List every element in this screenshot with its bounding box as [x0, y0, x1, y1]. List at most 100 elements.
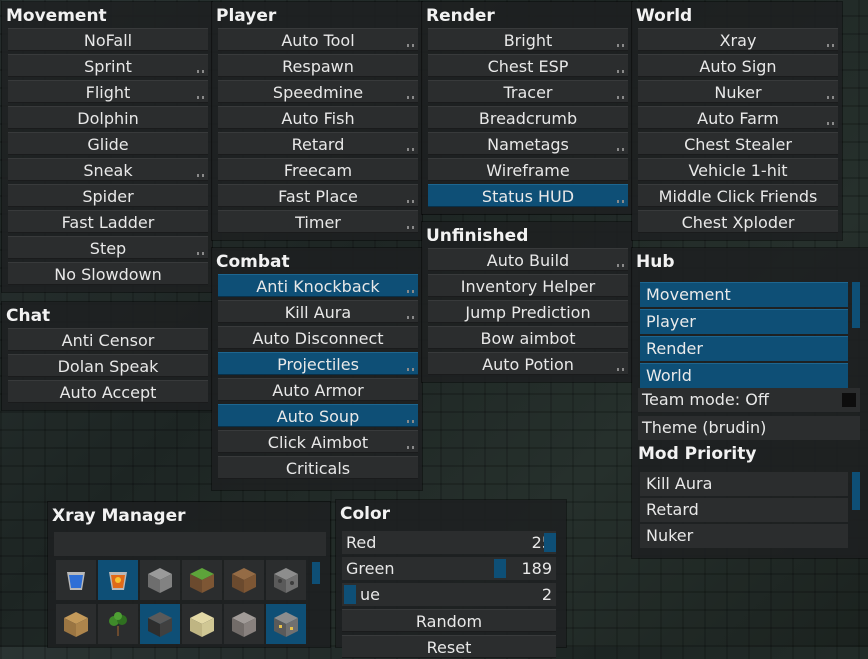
priority-item[interactable]: Retard: [640, 498, 848, 522]
xray-manager-title[interactable]: Xray Manager: [48, 502, 330, 528]
mod-bright-button[interactable]: Bright: [428, 28, 628, 51]
green-slider[interactable]: Green 189: [342, 557, 556, 580]
settings-dots-icon[interactable]: [197, 96, 204, 99]
unfinished-title[interactable]: Unfinished: [422, 222, 632, 248]
mod-vehicle-1-hit-button[interactable]: Vehicle 1-hit: [638, 158, 838, 181]
mod-middle-click-friends-button[interactable]: Middle Click Friends: [638, 184, 838, 207]
mod-retard-button[interactable]: Retard: [218, 132, 418, 155]
priority-item[interactable]: Nuker: [640, 524, 848, 548]
hub-item-player[interactable]: Player: [640, 309, 848, 334]
player-title[interactable]: Player: [212, 2, 422, 28]
hub-title[interactable]: Hub: [632, 248, 868, 274]
mod-anti-knockback-button[interactable]: Anti Knockback: [218, 274, 418, 297]
mod-flight-button[interactable]: Flight: [8, 80, 208, 103]
mod-bow-aimbot-button[interactable]: Bow aimbot: [428, 326, 628, 349]
settings-dots-icon[interactable]: [617, 264, 624, 267]
mod-fast-ladder-button[interactable]: Fast Ladder: [8, 210, 208, 233]
xray-block-cell[interactable]: [224, 604, 264, 644]
mod-projectiles-button[interactable]: Projectiles: [218, 352, 418, 375]
settings-dots-icon[interactable]: [617, 70, 624, 73]
mod-inventory-helper-button[interactable]: Inventory Helper: [428, 274, 628, 297]
mod-no-slowdown-button[interactable]: No Slowdown: [8, 262, 208, 285]
settings-dots-icon[interactable]: [827, 96, 834, 99]
mod-jump-prediction-button[interactable]: Jump Prediction: [428, 300, 628, 323]
mod-chest-esp-button[interactable]: Chest ESP: [428, 54, 628, 77]
red-slider-knob[interactable]: [544, 533, 556, 552]
chat-title[interactable]: Chat: [2, 302, 212, 328]
priority-item[interactable]: Kill Aura: [640, 472, 848, 496]
settings-dots-icon[interactable]: [407, 290, 414, 293]
settings-dots-icon[interactable]: [617, 44, 624, 47]
xray-block-cell[interactable]: [182, 604, 222, 644]
hub-item-movement[interactable]: Movement: [640, 282, 848, 307]
mod-auto-accept-button[interactable]: Auto Accept: [8, 380, 208, 403]
settings-dots-icon[interactable]: [197, 252, 204, 255]
mod-auto-farm-button[interactable]: Auto Farm: [638, 106, 838, 129]
mod-dolphin-button[interactable]: Dolphin: [8, 106, 208, 129]
settings-dots-icon[interactable]: [827, 44, 834, 47]
mod-step-button[interactable]: Step: [8, 236, 208, 259]
xray-block-cell[interactable]: [56, 560, 96, 600]
mod-glide-button[interactable]: Glide: [8, 132, 208, 155]
mod-chest-xploder-button[interactable]: Chest Xploder: [638, 210, 838, 233]
settings-dots-icon[interactable]: [617, 200, 624, 203]
mod-status-hud-button[interactable]: Status HUD: [428, 184, 628, 207]
random-color-button[interactable]: Random: [342, 609, 556, 632]
xray-search-input[interactable]: [54, 532, 326, 556]
settings-dots-icon[interactable]: [407, 368, 414, 371]
mod-auto-sign-button[interactable]: Auto Sign: [638, 54, 838, 77]
xray-block-cell[interactable]: [182, 560, 222, 600]
xray-block-cell[interactable]: [140, 560, 180, 600]
mod-spider-button[interactable]: Spider: [8, 184, 208, 207]
settings-dots-icon[interactable]: [407, 316, 414, 319]
settings-dots-icon[interactable]: [827, 122, 834, 125]
green-slider-knob[interactable]: [494, 559, 506, 578]
settings-dots-icon[interactable]: [197, 174, 204, 177]
settings-dots-icon[interactable]: [407, 148, 414, 151]
settings-dots-icon[interactable]: [617, 368, 624, 371]
mod-auto-fish-button[interactable]: Auto Fish: [218, 106, 418, 129]
xray-block-cell[interactable]: [98, 604, 138, 644]
xray-grid-scrollbar[interactable]: [312, 562, 320, 584]
mod-auto-potion-button[interactable]: Auto Potion: [428, 352, 628, 375]
mod-auto-soup-button[interactable]: Auto Soup: [218, 404, 418, 427]
color-title[interactable]: Color: [336, 500, 566, 526]
mod-nofall-button[interactable]: NoFall: [8, 28, 208, 51]
settings-dots-icon[interactable]: [617, 148, 624, 151]
settings-dots-icon[interactable]: [407, 44, 414, 47]
hub-item-render[interactable]: Render: [640, 336, 848, 361]
settings-dots-icon[interactable]: [617, 96, 624, 99]
mod-dolan-speak-button[interactable]: Dolan Speak: [8, 354, 208, 377]
movement-title[interactable]: Movement: [2, 2, 212, 28]
mod-wireframe-button[interactable]: Wireframe: [428, 158, 628, 181]
xray-block-cell[interactable]: [224, 560, 264, 600]
xray-block-cell[interactable]: [56, 604, 96, 644]
settings-dots-icon[interactable]: [407, 446, 414, 449]
mod-nuker-button[interactable]: Nuker: [638, 80, 838, 103]
settings-dots-icon[interactable]: [407, 200, 414, 203]
mod-timer-button[interactable]: Timer: [218, 210, 418, 233]
mod-priority-scrollbar[interactable]: [852, 472, 860, 510]
mod-criticals-button[interactable]: Criticals: [218, 456, 418, 479]
mod-sneak-button[interactable]: Sneak: [8, 158, 208, 181]
mod-xray-button[interactable]: Xray: [638, 28, 838, 51]
mod-chest-stealer-button[interactable]: Chest Stealer: [638, 132, 838, 155]
team-mode-checkbox[interactable]: [842, 393, 856, 407]
mod-auto-build-button[interactable]: Auto Build: [428, 248, 628, 271]
theme-button[interactable]: Theme (brudin): [638, 416, 860, 440]
combat-title[interactable]: Combat: [212, 248, 422, 274]
mod-anti-censor-button[interactable]: Anti Censor: [8, 328, 208, 351]
mod-fast-place-button[interactable]: Fast Place: [218, 184, 418, 207]
xray-block-cell[interactable]: [266, 560, 306, 600]
world-title[interactable]: World: [632, 2, 842, 28]
mod-speedmine-button[interactable]: Speedmine: [218, 80, 418, 103]
xray-block-cell-selected[interactable]: [98, 560, 138, 600]
mod-breadcrumb-button[interactable]: Breadcrumb: [428, 106, 628, 129]
settings-dots-icon[interactable]: [407, 226, 414, 229]
mod-auto-tool-button[interactable]: Auto Tool: [218, 28, 418, 51]
mod-respawn-button[interactable]: Respawn: [218, 54, 418, 77]
mod-freecam-button[interactable]: Freecam: [218, 158, 418, 181]
team-mode-toggle[interactable]: Team mode: Off: [638, 388, 860, 412]
mod-click-aimbot-button[interactable]: Click Aimbot: [218, 430, 418, 453]
red-slider[interactable]: Red 25: [342, 531, 556, 554]
